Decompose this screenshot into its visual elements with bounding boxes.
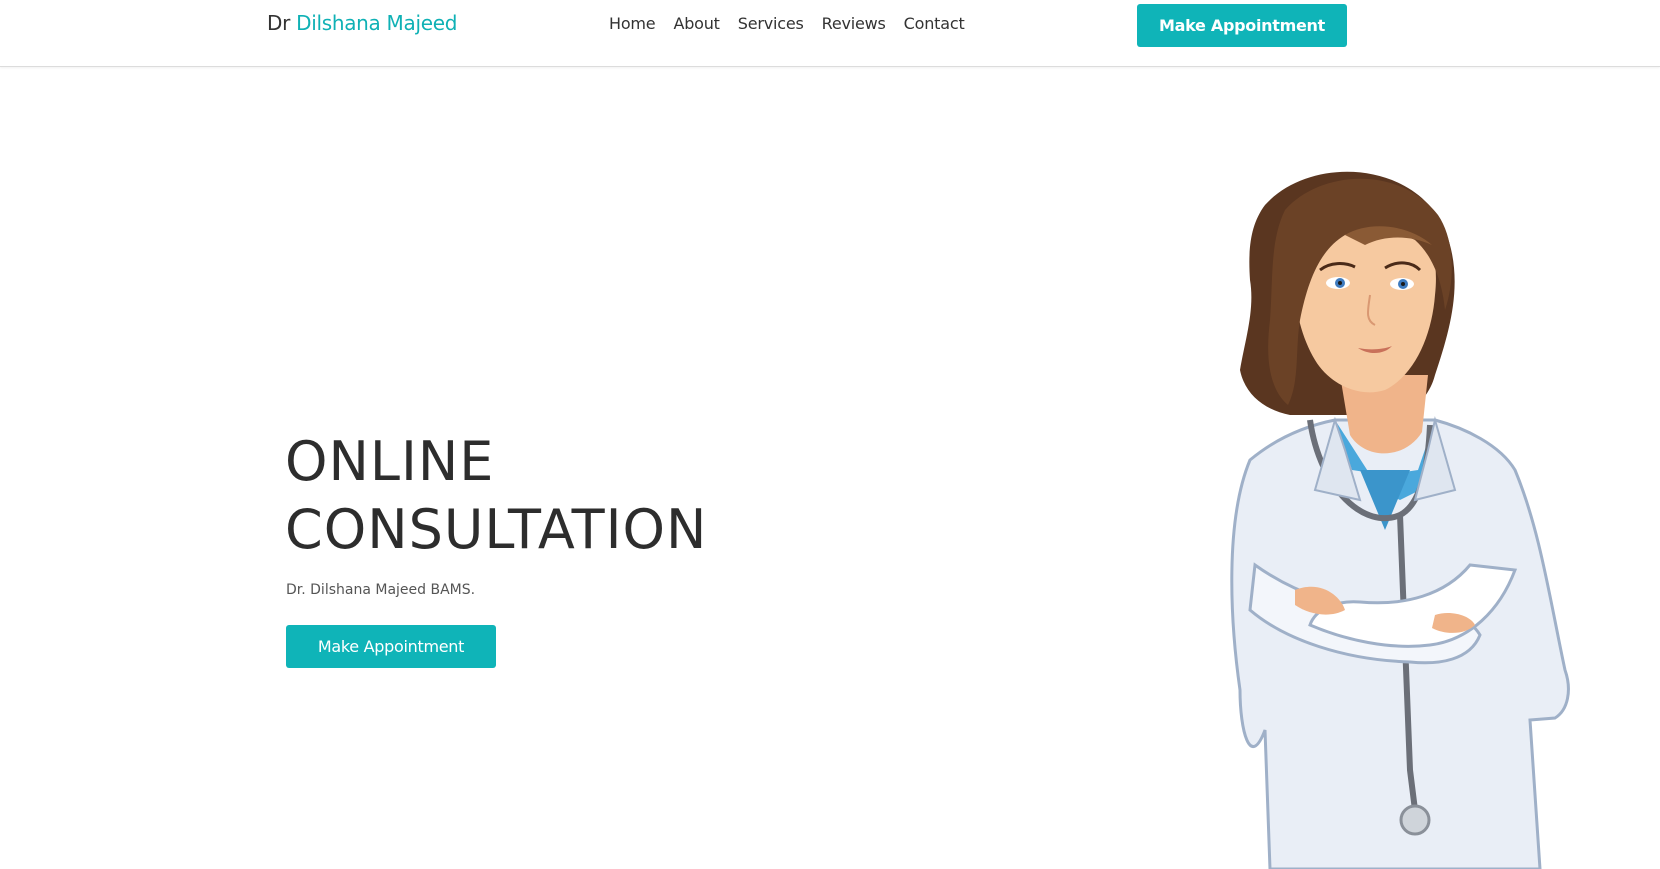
nav-link-reviews[interactable]: Reviews — [822, 14, 886, 33]
brand-name: Dilshana Majeed — [296, 11, 458, 35]
hero-make-appointment-button[interactable]: Make Appointment — [286, 625, 496, 668]
header-make-appointment-button[interactable]: Make Appointment — [1137, 4, 1347, 47]
brand-prefix: Dr — [267, 11, 291, 35]
top-navbar: Dr Dilshana Majeed Home About Services R… — [0, 0, 1660, 67]
hero-title: ONLINE CONSULTATION — [285, 428, 707, 564]
hero-subtitle: Dr. Dilshana Majeed BAMS. — [286, 582, 476, 598]
nav-link-about[interactable]: About — [673, 14, 720, 33]
nav-link-contact[interactable]: Contact — [904, 14, 965, 33]
nav-link-services[interactable]: Services — [738, 14, 804, 33]
hero-title-line2: CONSULTATION — [285, 498, 708, 561]
main-nav: Home About Services Reviews Contact — [609, 14, 965, 33]
hero-title-line1: ONLINE — [285, 430, 495, 493]
nav-link-home[interactable]: Home — [609, 14, 656, 33]
brand-logo[interactable]: Dr Dilshana Majeed — [267, 11, 457, 35]
doctor-illustration — [1230, 171, 1570, 869]
